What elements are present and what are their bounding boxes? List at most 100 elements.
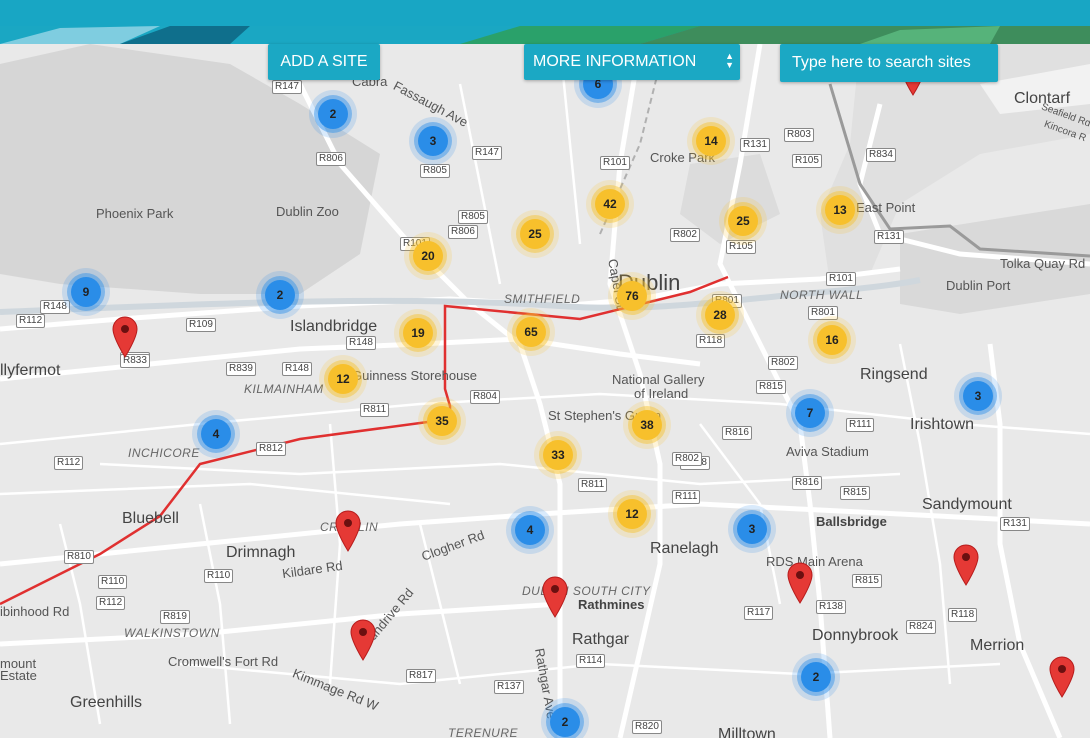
cluster-count: 4 [526, 523, 534, 537]
site-cluster-blue[interactable]: 2 [318, 99, 348, 129]
site-cluster-blue[interactable]: 3 [963, 381, 993, 411]
site-cluster-yellow[interactable]: 12 [328, 364, 358, 394]
road-shield: R131 [1000, 517, 1030, 531]
road-shield: R147 [272, 80, 302, 94]
more-information-select[interactable]: MORE INFORMATION ▲ ▼ [524, 44, 740, 80]
road-shield: R111 [846, 418, 875, 432]
road-shield: R117 [744, 606, 774, 620]
site-cluster-blue[interactable]: 4 [515, 515, 545, 545]
place-label: Estate [0, 668, 37, 683]
site-cluster-blue[interactable]: 7 [795, 398, 825, 428]
place-label: Ranelagh [650, 540, 719, 557]
road-shield: R805 [458, 210, 488, 224]
place-label: Drimnagh [226, 544, 296, 561]
road-shield: R112 [96, 596, 126, 610]
place-label: Greenhills [70, 694, 143, 711]
cluster-count: 2 [561, 715, 569, 729]
cluster-count: 12 [336, 372, 350, 386]
road-shield: R112 [54, 456, 84, 470]
site-cluster-blue[interactable]: 4 [201, 419, 231, 449]
place-label: Sandymount [922, 496, 1012, 513]
site-cluster-yellow[interactable]: 76 [617, 281, 647, 311]
map-pin-icon[interactable] [542, 576, 568, 618]
map-pin-icon[interactable] [787, 562, 813, 604]
map-pin-icon[interactable] [953, 544, 979, 586]
site-cluster-yellow[interactable]: 38 [632, 410, 662, 440]
cluster-count: 76 [625, 289, 639, 303]
road-shield: R834 [866, 148, 896, 162]
place-label: SMITHFIELD [504, 292, 581, 306]
road-shield: R801 [808, 306, 838, 320]
map-pin-icon[interactable] [112, 316, 138, 358]
road-shield: R812 [256, 442, 286, 456]
road-shield: R810 [64, 550, 94, 564]
cluster-count: 7 [806, 406, 814, 420]
place-label: East Point [856, 200, 916, 215]
site-cluster-yellow[interactable]: 25 [520, 219, 550, 249]
road-shield: R816 [722, 426, 752, 440]
road-shield: R811 [578, 478, 608, 492]
cluster-count: 2 [812, 670, 820, 684]
site-cluster-blue[interactable]: 3 [418, 126, 448, 156]
road-shield: R111 [672, 490, 701, 504]
place-label: WALKINSTOWN [124, 626, 220, 640]
road-shield: R811 [360, 403, 390, 417]
site-cluster-yellow[interactable]: 28 [705, 300, 735, 330]
site-cluster-blue[interactable]: 9 [71, 277, 101, 307]
add-site-button[interactable]: ADD A SITE [268, 44, 380, 80]
site-cluster-yellow[interactable]: 12 [617, 499, 647, 529]
site-cluster-yellow[interactable]: 25 [728, 206, 758, 236]
site-cluster-yellow[interactable]: 65 [516, 317, 546, 347]
site-cluster-yellow[interactable]: 19 [403, 318, 433, 348]
road-shield: R137 [494, 680, 524, 694]
search-placeholder: Type here to search sites [792, 54, 971, 71]
cluster-count: 2 [276, 288, 284, 302]
site-cluster-yellow[interactable]: 35 [427, 406, 457, 436]
place-label: Rathmines [578, 597, 645, 612]
map-pin-icon[interactable] [335, 510, 361, 552]
place-label: Dublin Zoo [276, 204, 339, 219]
site-cluster-yellow[interactable]: 42 [595, 189, 625, 219]
road-shield: R817 [406, 669, 436, 683]
place-label: Dublin Port [946, 278, 1011, 293]
cluster-count: 16 [825, 333, 839, 347]
place-label: Bluebell [122, 510, 179, 527]
road-shield: R802 [672, 452, 702, 466]
road-shield: R824 [906, 620, 936, 634]
map-canvas[interactable]: Cabra Fassaugh Ave Clontarf Seafield Rd Kinc… [0, 44, 1090, 738]
road-shield: R820 [632, 720, 662, 734]
site-cluster-blue[interactable]: 3 [737, 514, 767, 544]
site-cluster-yellow[interactable]: 13 [825, 195, 855, 225]
cluster-count: 25 [528, 227, 542, 241]
road-shield: R147 [472, 146, 502, 160]
map-pin-icon[interactable] [350, 619, 376, 661]
site-cluster-blue[interactable]: 2 [265, 280, 295, 310]
road-shield: R806 [316, 152, 346, 166]
cluster-count: 13 [833, 203, 847, 217]
site-cluster-blue[interactable]: 2 [801, 662, 831, 692]
cluster-count: 38 [640, 418, 654, 432]
road-shield: R114 [576, 654, 606, 668]
road-shield: R802 [670, 228, 700, 242]
app-header-bar [0, 0, 1090, 26]
place-label: Guinness Storehouse [352, 368, 478, 383]
site-cluster-yellow[interactable]: 16 [817, 325, 847, 355]
place-label: Ringsend [860, 366, 928, 383]
road-shield: R101 [600, 156, 630, 170]
place-label: National Gallery [612, 372, 705, 387]
road-shield: R105 [792, 154, 822, 168]
site-cluster-blue[interactable]: 2 [550, 707, 580, 737]
site-cluster-yellow[interactable]: 20 [413, 241, 443, 271]
place-label: Phoenix Park [96, 206, 174, 221]
search-box[interactable]: Type here to search sites [780, 44, 998, 82]
map-pin-icon[interactable] [1049, 656, 1075, 698]
road-shield: R815 [840, 486, 870, 500]
site-cluster-yellow[interactable]: 14 [696, 126, 726, 156]
place-label: ibinhood Rd [0, 604, 70, 619]
cluster-count: 65 [524, 325, 538, 339]
place-label: Rathgar [572, 631, 629, 648]
cluster-count: 14 [704, 134, 718, 148]
road-shield: R805 [420, 164, 450, 178]
site-cluster-yellow[interactable]: 33 [543, 440, 573, 470]
cluster-count: 3 [974, 389, 982, 403]
